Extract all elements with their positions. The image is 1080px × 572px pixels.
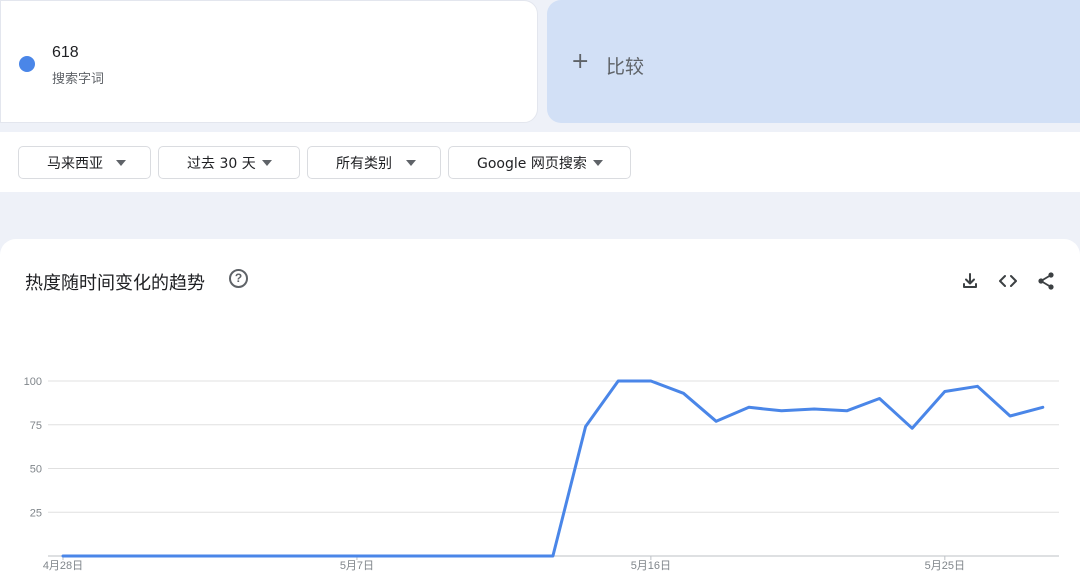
filter-bar: 马来西亚 过去 30 天 所有类别 Google 网页搜索	[0, 132, 1080, 192]
chevron-down-icon	[116, 160, 126, 166]
category-filter[interactable]: 所有类别	[307, 146, 441, 179]
time-range-filter[interactable]: 过去 30 天	[158, 146, 300, 179]
region-filter[interactable]: 马来西亚	[18, 146, 151, 179]
compare-label: 比较	[606, 56, 645, 78]
chevron-down-icon	[262, 160, 272, 166]
x-tick-label: 5月16日	[631, 560, 671, 572]
y-tick-label: 25	[30, 507, 42, 519]
search-type-filter-label: Google 网页搜索	[477, 155, 587, 172]
x-tick-label: 4月28日	[43, 560, 83, 572]
chevron-down-icon	[593, 160, 603, 166]
plus-icon: +	[571, 49, 590, 74]
interest-line-chart: 25 50 75 100 4月28日 5月7日 5月16日 5月25日	[24, 376, 1059, 572]
search-term-name[interactable]: 618	[52, 44, 79, 62]
series-color-dot	[19, 56, 35, 72]
search-type-filter[interactable]: Google 网页搜索	[448, 146, 631, 179]
compare-button[interactable]: + 比较	[547, 0, 1080, 123]
time-range-filter-label: 过去 30 天	[187, 155, 256, 172]
interest-over-time-panel: 热度随时间变化的趋势 ? 25 50 75 100 4月28日 5月7日 5月16日 5月25…	[0, 239, 1080, 572]
x-tick-label: 5月25日	[925, 560, 965, 572]
region-filter-label: 马来西亚	[47, 155, 103, 172]
search-term-card[interactable]: 618 搜索字词	[0, 0, 538, 123]
category-filter-label: 所有类别	[336, 155, 392, 172]
y-tick-label: 50	[30, 464, 42, 476]
y-tick-label: 100	[24, 376, 42, 388]
chevron-down-icon	[406, 160, 416, 166]
x-tick-label: 5月7日	[340, 560, 374, 572]
y-tick-label: 75	[30, 420, 42, 432]
search-term-subtitle: 搜索字词	[52, 72, 105, 87]
